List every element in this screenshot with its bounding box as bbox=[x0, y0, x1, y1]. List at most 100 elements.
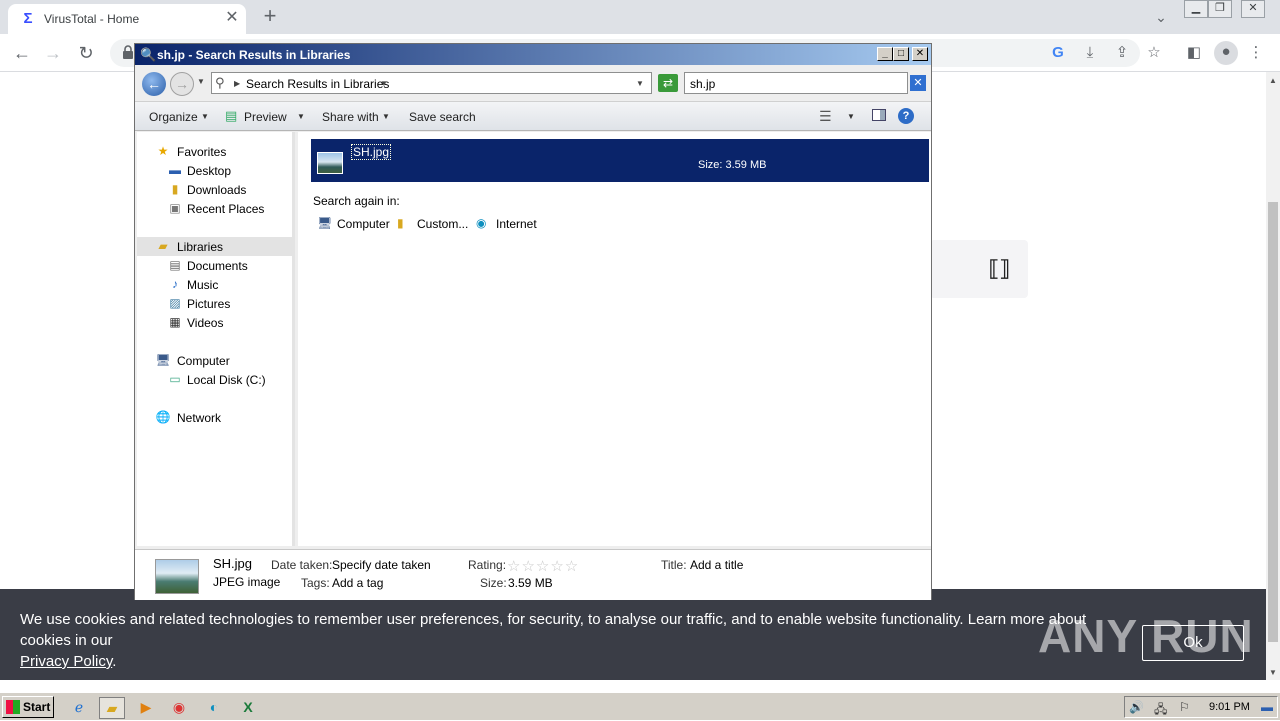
title-value[interactable]: Add a title bbox=[690, 558, 743, 572]
scroll-down-icon[interactable]: ▼ bbox=[1269, 668, 1277, 677]
nav-pictures[interactable]: ▨ Pictures bbox=[137, 294, 295, 313]
details-file-name: SH.jpg bbox=[213, 556, 253, 571]
edge-icon[interactable]: ◐ bbox=[201, 697, 227, 719]
edge-browser-icon: ◉ bbox=[476, 216, 487, 230]
explorer-search-input[interactable]: sh.jp bbox=[684, 72, 908, 94]
google-icon[interactable]: G bbox=[1047, 42, 1069, 64]
tags-value[interactable]: Add a tag bbox=[332, 576, 383, 590]
share-with-button[interactable]: Share with bbox=[322, 110, 379, 124]
preview-pane-icon[interactable] bbox=[872, 109, 886, 121]
recent-pages-chevron-icon[interactable]: ▼ bbox=[197, 77, 205, 86]
close-window-button[interactable]: ✕ bbox=[1241, 0, 1265, 18]
preview-button[interactable]: Preview bbox=[244, 110, 287, 124]
window-title: sh.jp - Search Results in Libraries bbox=[157, 48, 351, 62]
explorer-back-icon[interactable]: ← bbox=[142, 72, 166, 96]
explorer-maximize-button[interactable]: □ bbox=[893, 47, 909, 61]
title-label: Title: bbox=[661, 558, 687, 572]
internet-explorer-icon[interactable]: ℯ bbox=[66, 697, 92, 719]
refresh-icon[interactable]: ⇄ bbox=[658, 74, 678, 92]
organize-button[interactable]: Organize bbox=[149, 110, 198, 124]
nav-network[interactable]: 🌐 Network bbox=[137, 408, 295, 427]
search-again-computer[interactable]: 🖥 Computer bbox=[317, 214, 390, 234]
explorer-window: 🔍 sh.jp - Search Results in Libraries _ … bbox=[134, 43, 932, 600]
search-again-label: Search again in: bbox=[313, 194, 400, 208]
new-tab-button[interactable]: + bbox=[258, 5, 282, 29]
nav-recent-places[interactable]: ▣ Recent Places bbox=[137, 199, 295, 218]
chrome-menu-icon[interactable]: ⋮ bbox=[1245, 42, 1267, 64]
page-card: ⟦⟧ bbox=[930, 240, 1028, 298]
page-scrollbar[interactable]: ▲ ▼ bbox=[1266, 72, 1280, 680]
taskbar: Start ℯ ▰ ▶ ◉ ◐ X 🔊 🖧 ⚐ 9:01 PM ▬ bbox=[0, 692, 1280, 720]
start-button[interactable]: Start bbox=[2, 696, 54, 718]
view-options-dropdown-icon[interactable]: ▼ bbox=[847, 112, 855, 121]
rating-stars[interactable]: ☆☆☆☆☆ bbox=[507, 557, 579, 575]
scroll-up-icon[interactable]: ▲ bbox=[1269, 76, 1277, 85]
explorer-taskbar-icon[interactable]: ▰ bbox=[99, 697, 125, 719]
bookmark-star-icon[interactable]: ☆ bbox=[1143, 42, 1165, 64]
result-file-name[interactable]: SH.jpg bbox=[351, 144, 392, 160]
breadcrumb-search-results[interactable]: Search Results in Libraries bbox=[246, 77, 389, 91]
music-icon: ♪ bbox=[172, 277, 178, 291]
nav-desktop[interactable]: ▬ Desktop bbox=[137, 161, 295, 180]
reload-icon[interactable]: ↻ bbox=[73, 40, 99, 66]
share-with-dropdown-icon[interactable]: ▼ bbox=[382, 112, 390, 121]
nav-libraries[interactable]: ▰ Libraries bbox=[137, 237, 295, 256]
explorer-titlebar[interactable]: 🔍 sh.jp - Search Results in Libraries _ … bbox=[135, 44, 931, 65]
explorer-minimize-button[interactable]: _ bbox=[877, 47, 893, 61]
minimize-window-button[interactable]: ▁ bbox=[1184, 0, 1208, 18]
organize-dropdown-icon[interactable]: ▼ bbox=[201, 112, 209, 121]
nav-videos[interactable]: ▦ Videos bbox=[137, 313, 295, 332]
media-player-icon[interactable]: ▶ bbox=[133, 697, 159, 719]
explorer-address-row: ← → ▼ ⚲ ▶ Search Results in Libraries ▼ … bbox=[135, 65, 931, 101]
privacy-policy-link[interactable]: Privacy Policy bbox=[20, 653, 112, 670]
explorer-address-bar[interactable]: ⚲ ▶ Search Results in Libraries ▼ ▼ bbox=[211, 72, 652, 94]
address-history-dropdown-icon[interactable]: ▼ bbox=[636, 79, 644, 88]
tab-virustotal[interactable]: Σ VirusTotal - Home ✕ bbox=[8, 4, 246, 34]
search-result-item[interactable]: SH.jpg Size: 3.59 MB bbox=[311, 139, 929, 182]
date-taken-value[interactable]: Specify date taken bbox=[332, 558, 431, 572]
search-again-internet[interactable]: ◉ Internet bbox=[476, 214, 542, 234]
nav-music[interactable]: ♪ Music bbox=[137, 275, 295, 294]
network-tray-icon[interactable]: 🖧 bbox=[1154, 700, 1167, 721]
tab-close-icon[interactable]: ✕ bbox=[223, 9, 241, 27]
install-app-icon[interactable]: ⤓ bbox=[1079, 42, 1101, 64]
scan-icon[interactable]: ⟦⟧ bbox=[984, 254, 1014, 284]
navigation-pane: ★ Favorites ▬ Desktop ▮ Downloads ▣ Rece… bbox=[137, 132, 295, 546]
show-desktop-icon[interactable]: ▬ bbox=[1261, 700, 1273, 714]
downloads-folder-icon: ▮ bbox=[171, 182, 179, 196]
nav-local-disk[interactable]: ▭ Local Disk (C:) bbox=[137, 370, 295, 389]
excel-icon[interactable]: X bbox=[235, 697, 261, 719]
clear-search-icon[interactable]: ✕ bbox=[910, 75, 926, 91]
restore-window-button[interactable]: ❐ bbox=[1208, 0, 1232, 18]
date-taken-label: Date taken: bbox=[271, 558, 333, 572]
share-icon[interactable]: ⇪ bbox=[1111, 42, 1133, 64]
volume-icon[interactable]: 🔊 bbox=[1129, 700, 1144, 714]
change-view-icon[interactable]: ☰ bbox=[819, 108, 832, 125]
breadcrumb-chevron-icon[interactable]: ▶ bbox=[234, 79, 240, 88]
tab-search-chevron-icon[interactable]: ⌄ bbox=[1150, 6, 1172, 28]
save-search-button[interactable]: Save search bbox=[409, 110, 476, 124]
explorer-close-button[interactable]: ✕ bbox=[912, 47, 928, 61]
details-file-type: JPEG image bbox=[213, 575, 281, 589]
pictures-icon: ▨ bbox=[169, 296, 181, 310]
search-query[interactable]: sh.jp bbox=[690, 77, 715, 91]
preview-dropdown-icon[interactable]: ▼ bbox=[297, 112, 305, 121]
explorer-forward-icon[interactable]: → bbox=[170, 72, 194, 96]
nav-downloads[interactable]: ▮ Downloads bbox=[137, 180, 295, 199]
scroll-thumb[interactable] bbox=[1268, 202, 1278, 642]
cookie-ok-button[interactable]: Ok bbox=[1142, 625, 1244, 661]
side-panel-icon[interactable]: ◧ bbox=[1183, 42, 1205, 64]
nav-favorites[interactable]: ★ Favorites bbox=[137, 142, 295, 161]
action-center-flag-icon[interactable]: ⚐ bbox=[1179, 700, 1190, 714]
chrome-icon[interactable]: ◉ bbox=[166, 697, 192, 719]
profile-avatar-icon[interactable]: ● bbox=[1214, 41, 1238, 65]
nav-computer[interactable]: 🖥 Computer bbox=[137, 351, 295, 370]
forward-arrow-icon[interactable]: → bbox=[40, 40, 66, 66]
content-pane: SH.jpg Size: 3.59 MB Search again in: 🖥 … bbox=[298, 132, 931, 546]
videos-icon: ▦ bbox=[169, 315, 181, 329]
help-icon[interactable]: ? bbox=[898, 108, 914, 124]
back-arrow-icon[interactable]: ← bbox=[9, 40, 35, 66]
nav-documents[interactable]: ▤ Documents bbox=[137, 256, 295, 275]
breadcrumb-dropdown-icon[interactable]: ▼ bbox=[380, 79, 388, 88]
search-again-custom[interactable]: ▮ Custom... bbox=[397, 214, 469, 234]
